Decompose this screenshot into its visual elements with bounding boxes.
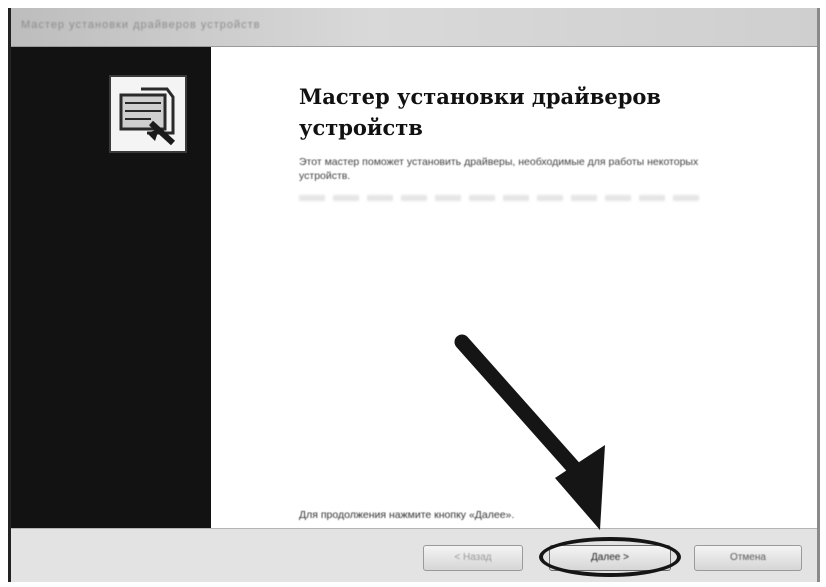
driver-install-icon	[109, 75, 187, 153]
continue-prompt: Для продолжения нажмите кнопку «Далее».	[299, 509, 515, 521]
wizard-footer: < Назад Далее > Отмена	[11, 528, 817, 582]
next-button[interactable]: Далее >	[549, 545, 671, 571]
back-button[interactable]: < Назад	[423, 545, 523, 571]
next-button-label: Далее >	[591, 552, 629, 563]
wizard-description: Этот мастер поможет установить драйверы,…	[299, 156, 699, 182]
wizard-heading: Мастер установки драйверов устройств	[299, 84, 661, 140]
cancel-button[interactable]: Отмена	[694, 545, 802, 571]
wizard-side-panel	[11, 47, 211, 528]
faint-text-line	[299, 195, 699, 201]
wizard-content: Мастер установки драйверов устройств Это…	[211, 47, 817, 528]
wizard-dialog: Мастер установки драйверов устройств Мас…	[8, 8, 820, 582]
window-title: Мастер установки драйверов устройств	[21, 19, 261, 31]
title-bar[interactable]: Мастер установки драйверов устройств	[11, 8, 817, 47]
cancel-button-label: Отмена	[730, 552, 766, 563]
back-button-label: < Назад	[454, 552, 492, 563]
